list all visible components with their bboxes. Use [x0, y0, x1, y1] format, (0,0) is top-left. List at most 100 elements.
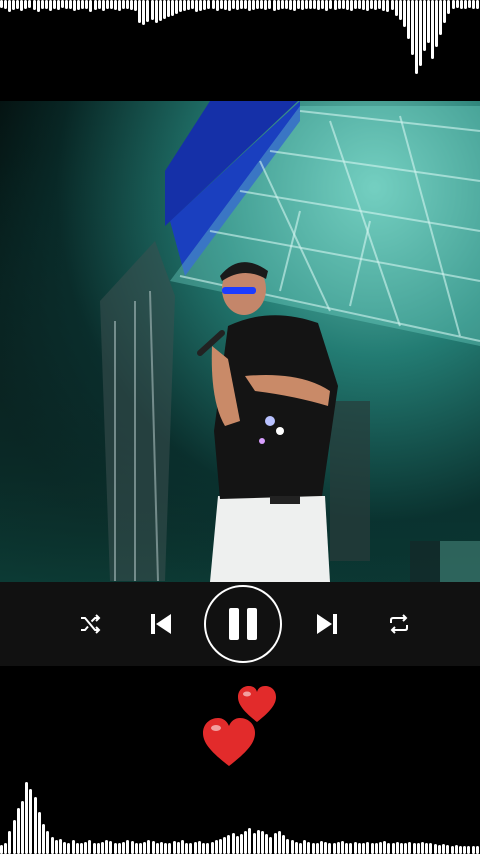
- visualizer-bar: [370, 0, 373, 9]
- heart-icon: [203, 718, 255, 766]
- visualizer-bar: [17, 808, 20, 854]
- visualizer-bar: [105, 840, 108, 854]
- visualizer-bar: [102, 0, 105, 11]
- visualizer-bar: [375, 843, 378, 854]
- visualizer-bar: [346, 0, 349, 10]
- visualizer-bar: [228, 0, 231, 11]
- visualizer-bar: [41, 0, 44, 9]
- visualizer-bar: [299, 843, 302, 854]
- visualizer-bar: [12, 0, 15, 10]
- visualizer-bar: [463, 846, 466, 854]
- visualizer-bar: [378, 0, 381, 9]
- visualizer-bar: [29, 789, 32, 854]
- visualizer-bar: [81, 0, 84, 9]
- visualizer-bar: [126, 0, 129, 9]
- pause-icon: [229, 608, 257, 640]
- visualizer-bar: [227, 835, 230, 854]
- visualizer-bar: [362, 843, 365, 854]
- visualizer-bar: [37, 0, 40, 12]
- visualizer-bar: [134, 0, 137, 11]
- visualizer-bar: [173, 841, 176, 854]
- visualizer-bar: [20, 0, 23, 11]
- visualizer-bar: [439, 0, 442, 35]
- visualizer-bar: [224, 0, 227, 10]
- visualizer-bar: [404, 843, 407, 854]
- visualizer-bar: [177, 842, 180, 854]
- visualizer-bar: [199, 0, 202, 11]
- visualizer-bar: [345, 843, 348, 854]
- next-button[interactable]: [311, 609, 343, 639]
- visualizer-bar: [301, 0, 304, 10]
- visualizer-bar: [72, 840, 75, 854]
- visualizer-bar: [223, 837, 226, 854]
- visualizer-bar: [77, 0, 80, 10]
- visualizer-bar: [46, 831, 49, 854]
- visualizer-bar: [51, 837, 54, 854]
- visualizer-bar: [472, 846, 475, 854]
- visualizer-bar: [28, 0, 31, 8]
- visualizer-bar: [85, 0, 88, 9]
- visualizer-bar: [435, 0, 438, 47]
- visualizer-bar: [194, 842, 197, 854]
- hearts-decoration: [0, 666, 480, 776]
- play-pause-button[interactable]: [204, 585, 282, 663]
- visualizer-bar: [109, 841, 112, 854]
- visualizer-bar: [160, 842, 163, 854]
- visualizer-bar: [291, 840, 294, 854]
- visualizer-bar: [325, 0, 328, 11]
- visualizer-bar: [312, 843, 315, 854]
- visualizer-bar: [216, 0, 219, 11]
- visualizer-bar: [329, 0, 332, 9]
- visualizer-bar: [456, 0, 459, 8]
- visualizer-bar: [265, 834, 268, 854]
- speaker-stack: [330, 401, 370, 561]
- visualizer-bar: [207, 0, 210, 9]
- visualizer-bar: [76, 843, 79, 854]
- visualizer-bar: [69, 0, 72, 9]
- visualizer-bar: [285, 0, 288, 9]
- visualizer-bar: [349, 843, 352, 854]
- visualizer-bar: [438, 845, 441, 854]
- visualizer-bar: [155, 0, 158, 23]
- visualizer-bar: [232, 0, 235, 9]
- visualizer-bar: [130, 0, 133, 10]
- visualizer-bar: [324, 842, 327, 854]
- visualizer-bar: [419, 0, 422, 66]
- visualizer-bar: [21, 801, 24, 854]
- visualizer-bar: [321, 0, 324, 9]
- visualizer-bar: [98, 0, 101, 9]
- visualizer-bar: [434, 844, 437, 854]
- visualizer-bar: [34, 797, 37, 854]
- visualizer-bar: [4, 843, 7, 854]
- visualizer-bar: [89, 0, 92, 12]
- visualizer-bar: [8, 831, 11, 854]
- visualizer-bar: [374, 0, 377, 10]
- visualizer-bar: [252, 0, 255, 10]
- visualizer-bar: [260, 0, 263, 9]
- visualizer-bar: [320, 841, 323, 854]
- previous-button[interactable]: [145, 609, 177, 639]
- visualizer-bar: [273, 0, 276, 11]
- visualizer-bar: [80, 843, 83, 854]
- visualizer-bar: [429, 843, 432, 854]
- visualizer-bar: [152, 841, 155, 854]
- visualizer-bar: [295, 842, 298, 854]
- visualizer-bar: [467, 846, 470, 854]
- visualizer-bar: [240, 0, 243, 9]
- shuffle-icon: [81, 614, 101, 634]
- visualizer-bar: [164, 843, 167, 854]
- visualizer-bar: [427, 0, 430, 43]
- visualizer-bar: [366, 842, 369, 854]
- visualizer-bar: [313, 0, 316, 9]
- visualizer-bar: [264, 0, 267, 10]
- visualizer-bar: [464, 0, 467, 9]
- visualizer-bar: [168, 843, 171, 854]
- visualizer-bar: [392, 843, 395, 854]
- visualizer-bar: [215, 840, 218, 854]
- repeat-button[interactable]: [385, 610, 413, 638]
- visualizer-bar: [421, 842, 424, 854]
- visualizer-bar: [126, 840, 129, 854]
- shuffle-button[interactable]: [76, 610, 104, 638]
- visualizer-bar: [269, 837, 272, 854]
- visualizer-bar: [232, 833, 235, 854]
